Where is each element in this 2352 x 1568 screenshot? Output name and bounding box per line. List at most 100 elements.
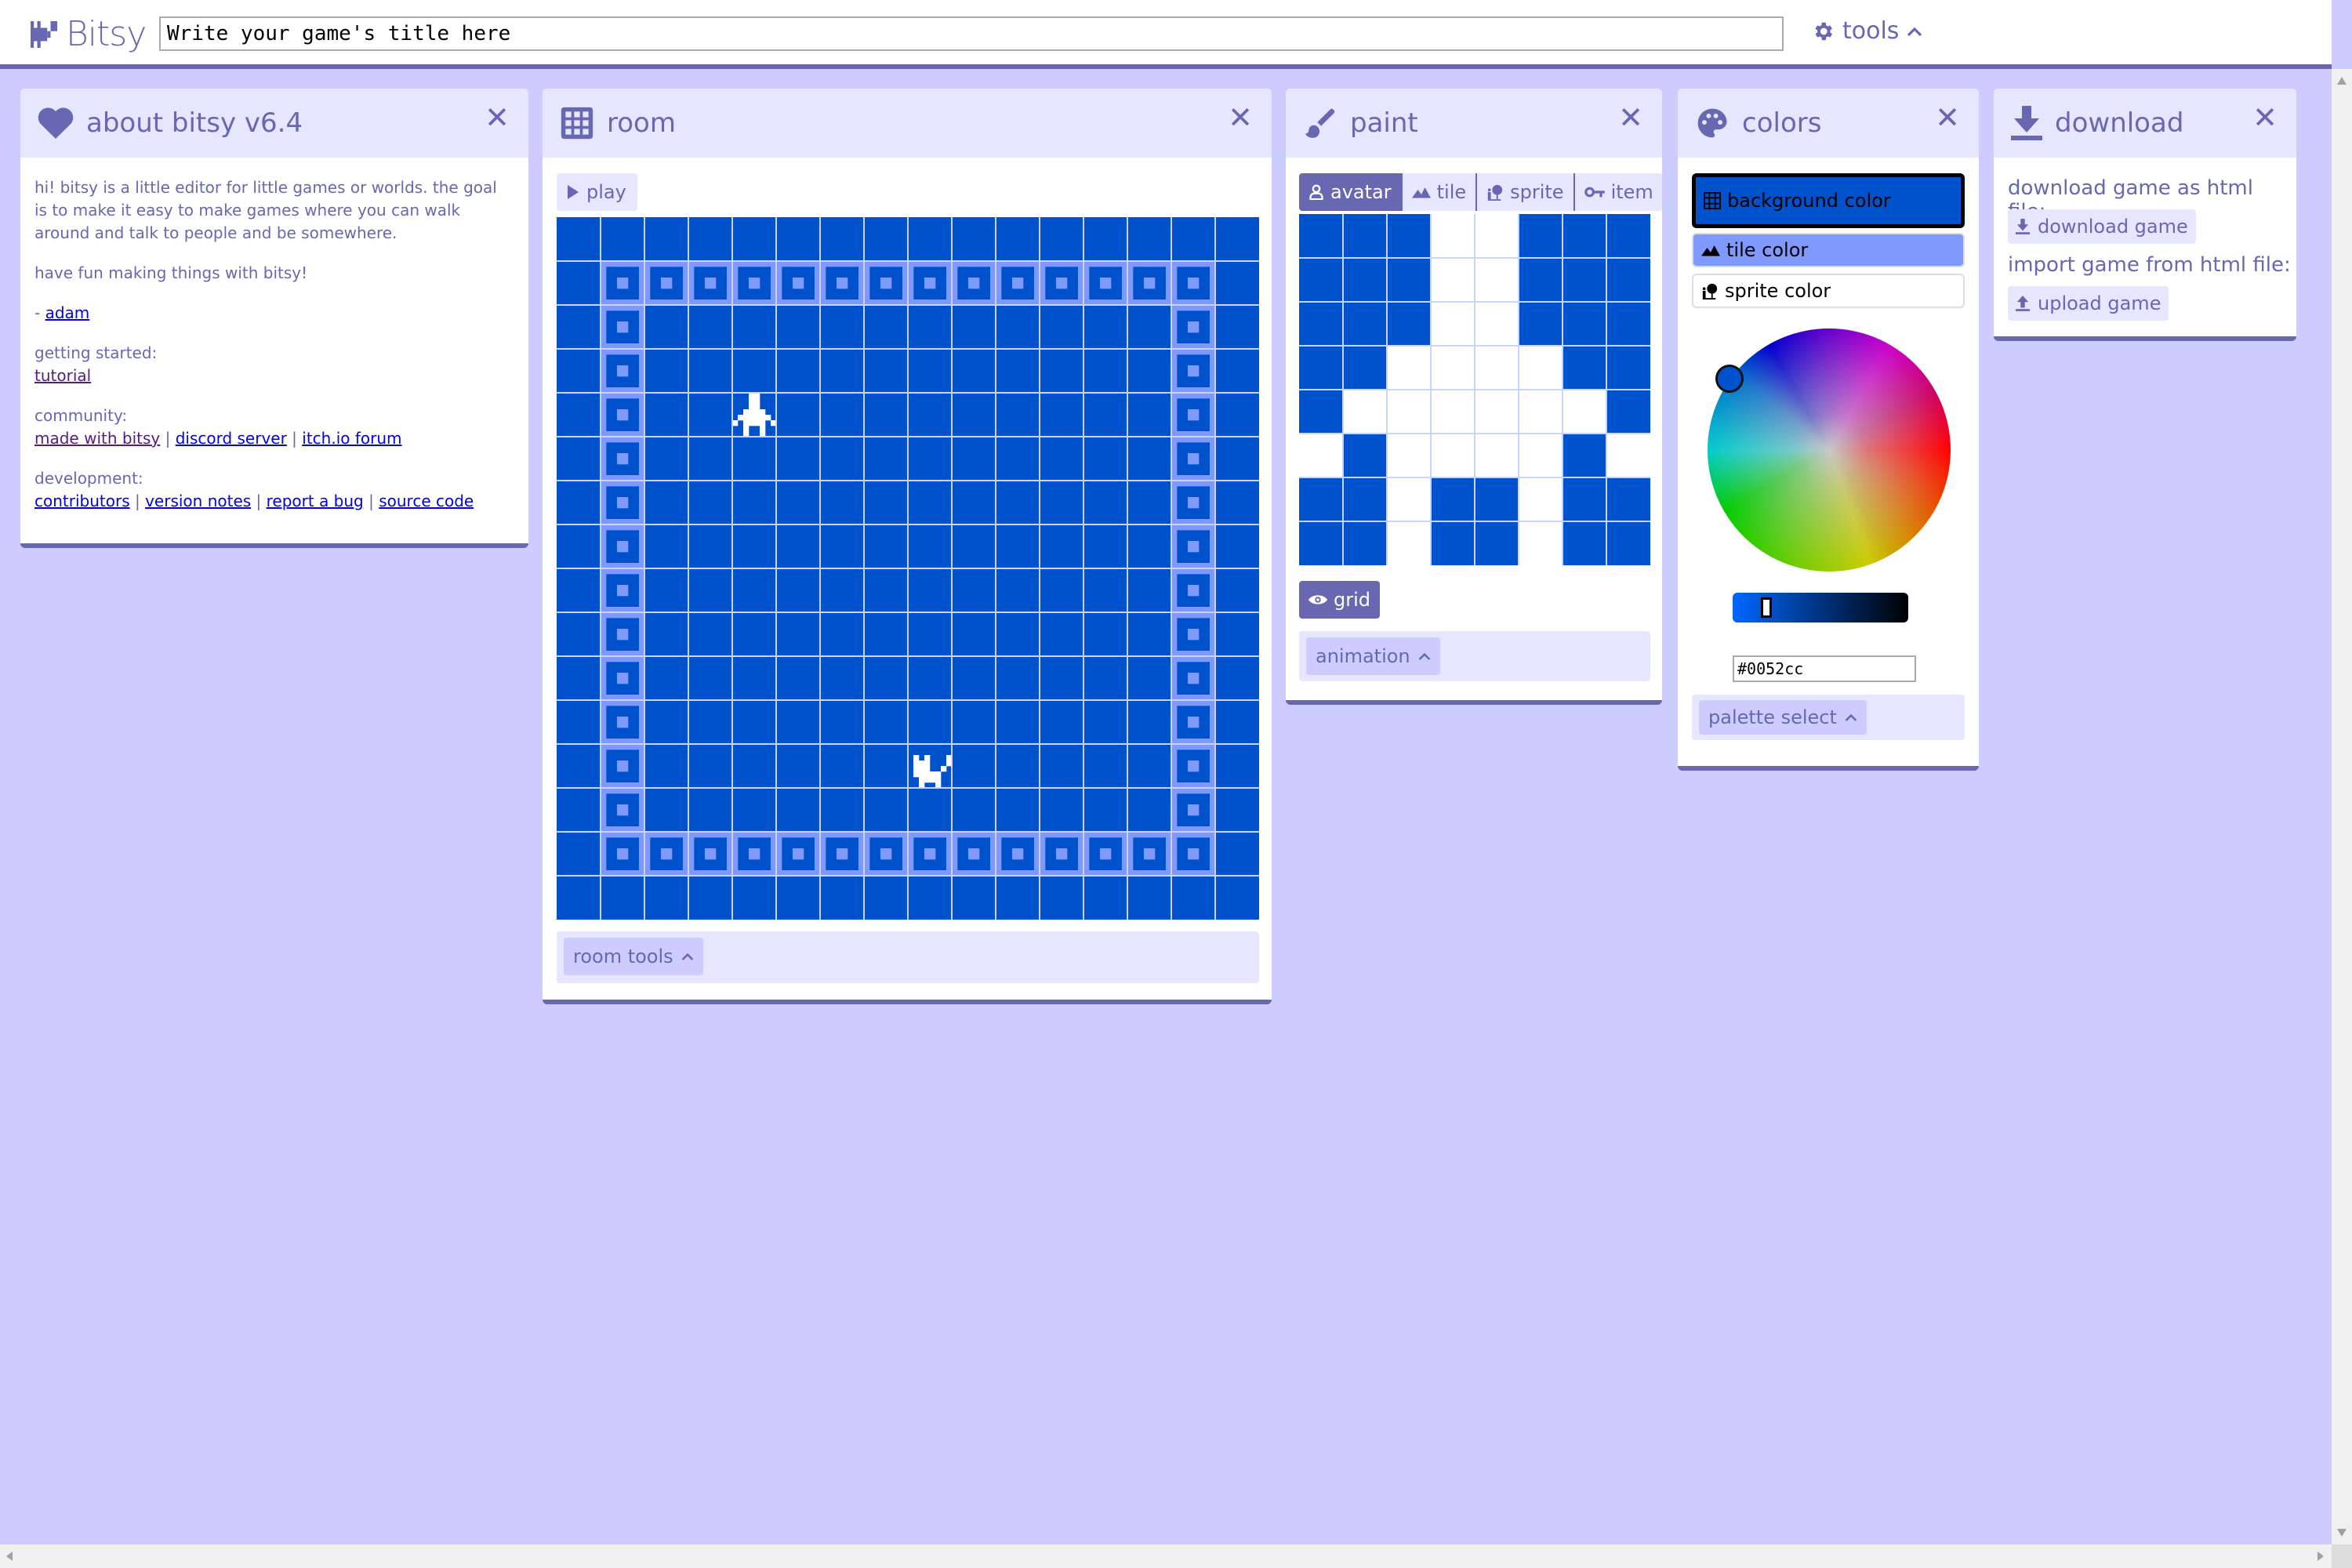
paint-pixel[interactable] [1563,346,1606,390]
paint-pixel[interactable] [1563,477,1606,521]
tab-item[interactable]: item [1573,173,1662,211]
paint-pixel[interactable] [1606,302,1650,346]
paint-pixel[interactable] [1606,258,1650,302]
paint-pixel[interactable] [1299,390,1343,434]
paint-pixel[interactable] [1519,390,1563,434]
paint-pixel[interactable] [1519,346,1563,390]
sprite-color-button[interactable]: sprite color [1692,274,1965,308]
paint-pixel[interactable] [1343,434,1387,477]
close-download-button[interactable]: ✕ [2252,103,2278,132]
close-paint-button[interactable]: ✕ [1618,103,1643,132]
scroll-right-arrow[interactable] [2318,1552,2324,1561]
link-source-code[interactable]: source code [379,492,474,510]
paint-pixel[interactable] [1475,434,1519,477]
hex-color-input[interactable] [1733,655,1916,682]
paint-pixel[interactable] [1343,214,1387,258]
paint-pixel[interactable] [1475,521,1519,565]
link-adam[interactable]: adam [45,303,90,322]
paint-pixel[interactable] [1563,214,1606,258]
horizontal-scrollbar[interactable] [0,1544,2332,1568]
room-tools-button[interactable]: room tools [564,938,703,975]
paint-pixel[interactable] [1519,214,1563,258]
paint-pixel[interactable] [1343,477,1387,521]
paint-pixel[interactable] [1343,302,1387,346]
paint-pixel[interactable] [1299,521,1343,565]
brightness-slider-thumb[interactable] [1760,597,1772,618]
tile-color-button[interactable]: tile color [1692,233,1965,267]
paint-pixel[interactable] [1387,477,1431,521]
paint-pixel[interactable] [1343,390,1387,434]
paint-pixel[interactable] [1475,390,1519,434]
link-tutorial[interactable]: tutorial [34,366,91,385]
paint-pixel[interactable] [1475,346,1519,390]
paint-pixel[interactable] [1343,346,1387,390]
tab-sprite[interactable]: sprite [1475,173,1573,211]
paint-pixel[interactable] [1431,346,1475,390]
paint-pixel[interactable] [1431,258,1475,302]
tab-avatar[interactable]: avatar [1299,173,1401,211]
grid-toggle-button[interactable]: grid [1299,581,1381,619]
paint-pixel[interactable] [1563,302,1606,346]
download-game-button[interactable]: download game [2008,209,2196,244]
paint-pixel[interactable] [1387,390,1431,434]
paint-pixel[interactable] [1387,258,1431,302]
link-contributors[interactable]: contributors [34,492,130,510]
paint-pixel[interactable] [1299,434,1343,477]
paint-pixel[interactable] [1299,477,1343,521]
paint-pixel[interactable] [1343,258,1387,302]
animation-button[interactable]: animation [1306,637,1440,675]
paint-pixel[interactable] [1475,214,1519,258]
link-itch-forum[interactable]: itch.io forum [302,429,401,448]
paint-pixel[interactable] [1299,346,1343,390]
paint-pixel[interactable] [1299,258,1343,302]
paint-canvas[interactable] [1299,214,1650,565]
palette-select-button[interactable]: palette select [1699,700,1867,735]
paint-pixel[interactable] [1431,302,1475,346]
paint-pixel[interactable] [1387,521,1431,565]
play-button[interactable]: play [557,173,637,211]
paint-pixel[interactable] [1563,390,1606,434]
paint-pixel[interactable] [1343,521,1387,565]
paint-pixel[interactable] [1299,214,1343,258]
link-made-with-bitsy[interactable]: made with bitsy [34,429,160,448]
upload-game-button[interactable]: upload game [2008,286,2169,321]
color-wheel-knob[interactable] [1715,365,1744,393]
tab-tile[interactable]: tile [1400,173,1476,211]
vertical-scrollbar[interactable] [2332,69,2352,1544]
paint-pixel[interactable] [1563,521,1606,565]
link-discord-server[interactable]: discord server [176,429,287,448]
close-colors-button[interactable]: ✕ [1935,103,1960,132]
paint-pixel[interactable] [1606,390,1650,434]
close-room-button[interactable]: ✕ [1228,103,1253,132]
paint-pixel[interactable] [1606,346,1650,390]
scroll-left-arrow[interactable] [6,1552,13,1561]
paint-pixel[interactable] [1431,434,1475,477]
paint-pixel[interactable] [1519,521,1563,565]
link-report-bug[interactable]: report a bug [267,492,364,510]
background-color-button[interactable]: background color [1692,173,1965,228]
tools-menu-button[interactable]: tools [1811,17,1922,45]
scroll-up-arrow[interactable] [2337,77,2347,85]
link-version-notes[interactable]: version notes [145,492,251,510]
paint-pixel[interactable] [1387,214,1431,258]
paint-pixel[interactable] [1475,302,1519,346]
room-canvas[interactable] [557,217,1259,920]
paint-pixel[interactable] [1606,521,1650,565]
paint-pixel[interactable] [1606,214,1650,258]
paint-pixel[interactable] [1606,477,1650,521]
paint-pixel[interactable] [1387,346,1431,390]
paint-pixel[interactable] [1606,434,1650,477]
scroll-down-arrow[interactable] [2337,1529,2347,1537]
paint-pixel[interactable] [1519,477,1563,521]
paint-pixel[interactable] [1563,434,1606,477]
paint-pixel[interactable] [1431,214,1475,258]
paint-pixel[interactable] [1475,477,1519,521]
paint-pixel[interactable] [1431,521,1475,565]
paint-pixel[interactable] [1431,477,1475,521]
color-wheel[interactable] [1708,328,1951,572]
paint-pixel[interactable] [1387,302,1431,346]
paint-pixel[interactable] [1519,258,1563,302]
paint-pixel[interactable] [1519,302,1563,346]
paint-pixel[interactable] [1475,258,1519,302]
brightness-slider[interactable] [1733,593,1908,622]
